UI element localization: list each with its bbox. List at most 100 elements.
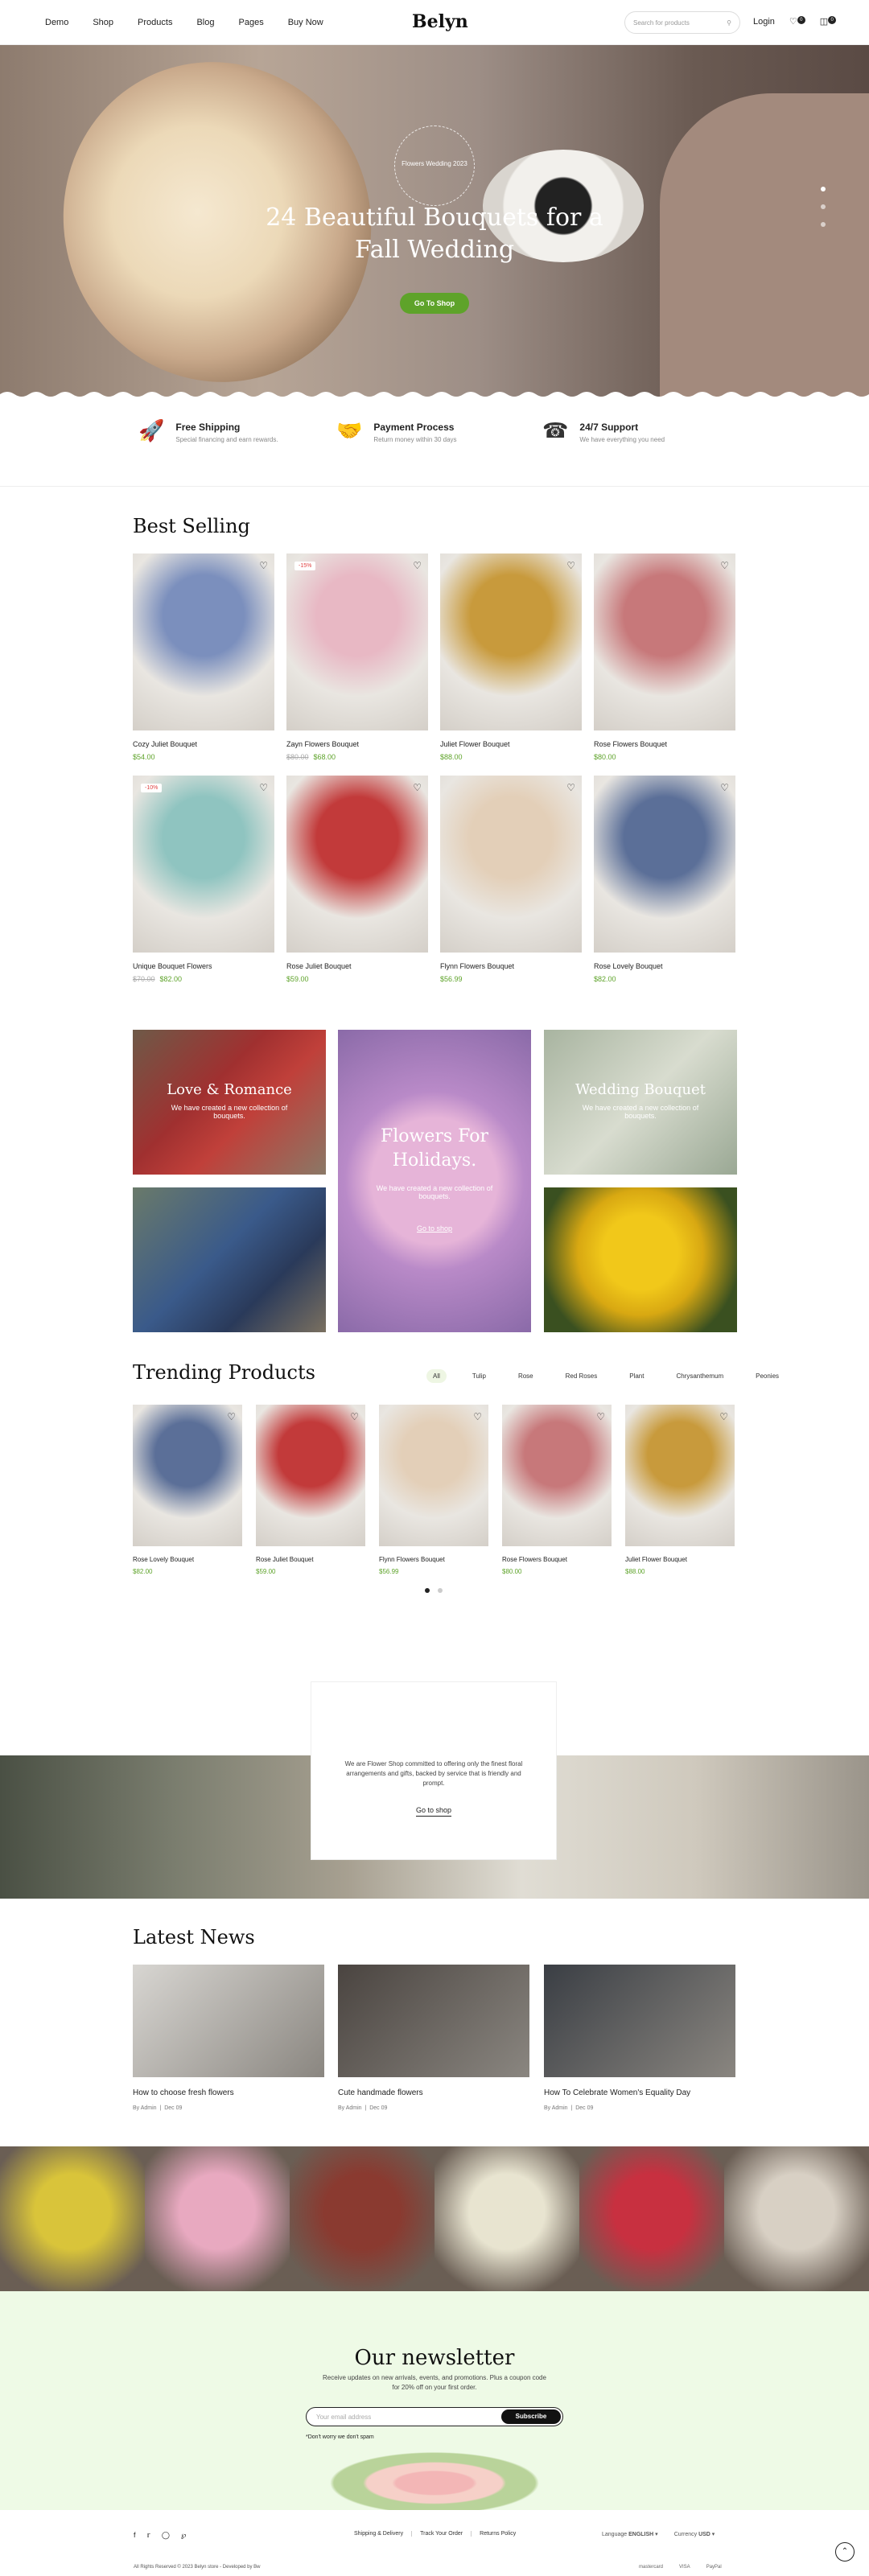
news-card[interactable]: How to choose fresh flowers By Admin | De…: [133, 1965, 324, 2111]
trending-product-card[interactable]: ♡ Rose Juliet Bouquet $59.00: [256, 1405, 365, 1575]
tab-red-roses[interactable]: Red Roses: [559, 1369, 604, 1383]
banner-flowers-holidays[interactable]: Flowers For Holidays. We have created a …: [338, 1030, 531, 1332]
wishlist-heart-icon[interactable]: ♡: [719, 1411, 728, 1422]
product-name[interactable]: Rose Lovely Bouquet: [133, 1556, 242, 1563]
product-card[interactable]: -15% ♡ Zayn Flowers Bouquet $80.00 $68.00: [286, 553, 428, 761]
search-input[interactable]: Search for products ⚲: [624, 11, 740, 34]
product-name[interactable]: Rose Lovely Bouquet: [594, 962, 735, 970]
product-name[interactable]: Zayn Flowers Bouquet: [286, 740, 428, 748]
product-name[interactable]: Flynn Flowers Bouquet: [440, 962, 582, 970]
subscribe-button[interactable]: Subscribe: [501, 2409, 561, 2424]
tab-rose[interactable]: Rose: [512, 1369, 540, 1383]
product-name[interactable]: Juliet Flower Bouquet: [625, 1556, 735, 1563]
gallery-image[interactable]: [724, 2146, 869, 2291]
wishlist-heart-icon[interactable]: ♡: [720, 782, 729, 793]
wishlist-heart-icon[interactable]: ♡: [596, 1411, 605, 1422]
wishlist-icon[interactable]: ♡ 0: [789, 16, 805, 27]
go-to-shop-button[interactable]: Go To Shop: [400, 293, 469, 314]
product-card[interactable]: ♡ Flynn Flowers Bouquet $56.99: [440, 776, 582, 983]
trending-product-card[interactable]: ♡ Rose Flowers Bouquet $80.00: [502, 1405, 612, 1575]
banner-tulips-image[interactable]: [544, 1187, 737, 1332]
nav-pages[interactable]: Pages: [239, 18, 264, 27]
product-image[interactable]: ♡: [625, 1405, 735, 1546]
product-card[interactable]: ♡ Cozy Juliet Bouquet $54.00: [133, 553, 274, 761]
gallery-image[interactable]: [0, 2146, 145, 2291]
language-select[interactable]: Language ENGLISH ▾: [602, 2531, 658, 2537]
pagination-dot[interactable]: [438, 1588, 443, 1593]
news-title[interactable]: How to choose fresh flowers: [133, 2088, 324, 2097]
wishlist-heart-icon[interactable]: ♡: [566, 560, 575, 571]
twitter-icon[interactable]: 𝕣: [147, 2531, 150, 2540]
product-image[interactable]: ♡: [256, 1405, 365, 1546]
news-card[interactable]: Cute handmade flowers By Admin | Dec 09: [338, 1965, 529, 2111]
banner-love-romance[interactable]: Love & Romance We have created a new col…: [133, 1030, 326, 1175]
tab-chrysanthemum[interactable]: Chrysanthemum: [669, 1369, 730, 1383]
product-image[interactable]: ♡: [594, 553, 735, 730]
product-name[interactable]: Rose Juliet Bouquet: [256, 1556, 365, 1563]
wishlist-heart-icon[interactable]: ♡: [413, 782, 422, 793]
product-image[interactable]: ♡: [379, 1405, 488, 1546]
trending-product-card[interactable]: ♡ Juliet Flower Bouquet $88.00: [625, 1405, 735, 1575]
product-card[interactable]: ♡ Rose Flowers Bouquet $80.00: [594, 553, 735, 761]
nav-blog[interactable]: Blog: [196, 18, 214, 27]
wishlist-heart-icon[interactable]: ♡: [350, 1411, 359, 1422]
product-image[interactable]: ♡: [594, 776, 735, 953]
product-name[interactable]: Rose Juliet Bouquet: [286, 962, 428, 970]
slider-dot[interactable]: [821, 222, 826, 227]
slider-dot[interactable]: [821, 187, 826, 191]
nav-buy-now[interactable]: Buy Now: [288, 18, 323, 27]
wishlist-heart-icon[interactable]: ♡: [473, 1411, 482, 1422]
news-title[interactable]: Cute handmade flowers: [338, 2088, 529, 2097]
footer-link-shipping[interactable]: Shipping & Delivery: [346, 2531, 413, 2537]
scroll-top-button[interactable]: ⌃: [835, 2542, 855, 2562]
product-name[interactable]: Cozy Juliet Bouquet: [133, 740, 274, 748]
search-icon[interactable]: ⚲: [727, 19, 731, 27]
gallery-image[interactable]: [145, 2146, 290, 2291]
site-logo[interactable]: Belyn: [412, 11, 468, 32]
trending-product-card[interactable]: ♡ Flynn Flowers Bouquet $56.99: [379, 1405, 488, 1575]
banner-link[interactable]: Go to shop: [338, 1224, 531, 1232]
product-card[interactable]: ♡ Juliet Flower Bouquet $88.00: [440, 553, 582, 761]
gallery-image[interactable]: [579, 2146, 724, 2291]
footer-link-returns[interactable]: Returns Policy: [472, 2531, 524, 2537]
facebook-icon[interactable]: f: [134, 2531, 136, 2540]
product-image[interactable]: ♡: [440, 553, 582, 730]
tab-peonies[interactable]: Peonies: [749, 1369, 785, 1383]
footer-link-track[interactable]: Track Your Order: [412, 2531, 472, 2537]
slider-dot[interactable]: [821, 204, 826, 209]
product-name[interactable]: Unique Bouquet Flowers: [133, 962, 274, 970]
instagram-icon[interactable]: ◯: [162, 2531, 170, 2540]
wishlist-heart-icon[interactable]: ♡: [259, 560, 268, 571]
quote-go-to-shop-link[interactable]: Go to shop: [415, 1806, 452, 1817]
currency-select[interactable]: Currency USD ▾: [674, 2531, 715, 2537]
pinterest-icon[interactable]: ℘: [181, 2531, 186, 2540]
login-link[interactable]: Login: [753, 17, 775, 27]
product-image[interactable]: ♡: [133, 1405, 242, 1546]
news-title[interactable]: How To Celebrate Women's Equality Day: [544, 2088, 735, 2097]
product-card[interactable]: ♡ Rose Juliet Bouquet $59.00: [286, 776, 428, 983]
nav-shop[interactable]: Shop: [93, 18, 113, 27]
gallery-image[interactable]: [290, 2146, 434, 2291]
product-card[interactable]: -10% ♡ Unique Bouquet Flowers $70.00 $82.00: [133, 776, 274, 983]
product-image[interactable]: ♡: [502, 1405, 612, 1546]
product-name[interactable]: Flynn Flowers Bouquet: [379, 1556, 488, 1563]
news-image[interactable]: [338, 1965, 529, 2077]
product-name[interactable]: Juliet Flower Bouquet: [440, 740, 582, 748]
tab-plant[interactable]: Plant: [623, 1369, 650, 1383]
product-image[interactable]: ♡: [440, 776, 582, 953]
product-image[interactable]: ♡: [133, 553, 274, 730]
banner-couple-image[interactable]: [133, 1187, 326, 1332]
wishlist-heart-icon[interactable]: ♡: [259, 782, 268, 793]
banner-wedding-bouquet[interactable]: Wedding Bouquet We have created a new co…: [544, 1030, 737, 1175]
nav-demo[interactable]: Demo: [45, 18, 68, 27]
pagination-dot[interactable]: [425, 1588, 430, 1593]
news-card[interactable]: How To Celebrate Women's Equality Day By …: [544, 1965, 735, 2111]
news-image[interactable]: [133, 1965, 324, 2077]
product-name[interactable]: Rose Flowers Bouquet: [502, 1556, 612, 1563]
wishlist-heart-icon[interactable]: ♡: [566, 782, 575, 793]
wishlist-heart-icon[interactable]: ♡: [227, 1411, 236, 1422]
wishlist-heart-icon[interactable]: ♡: [720, 560, 729, 571]
product-card[interactable]: ♡ Rose Lovely Bouquet $82.00: [594, 776, 735, 983]
trending-product-card[interactable]: ♡ Rose Lovely Bouquet $82.00: [133, 1405, 242, 1575]
email-field[interactable]: Your email address: [316, 2413, 371, 2421]
